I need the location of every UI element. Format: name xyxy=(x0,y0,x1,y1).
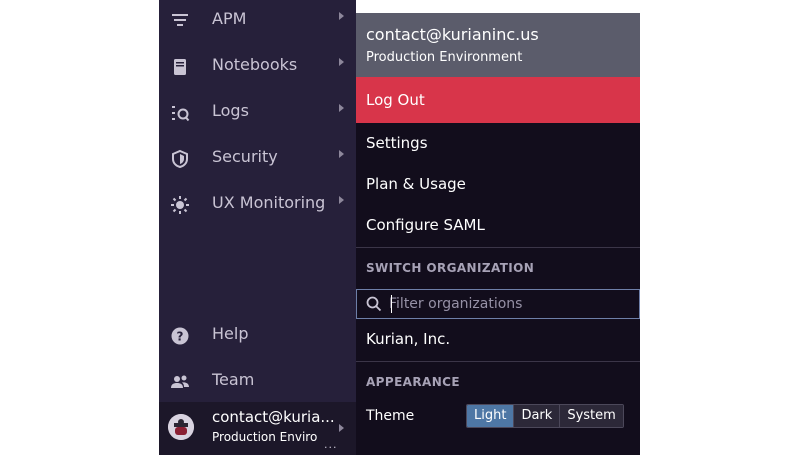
org-item[interactable]: Kurian, Inc. xyxy=(356,320,640,360)
sidebar-item-security[interactable]: Security xyxy=(159,138,356,178)
switch-org-heading: SWITCH ORGANIZATION xyxy=(366,261,535,275)
chevron-right-icon xyxy=(339,104,344,112)
theme-label: Theme xyxy=(366,408,415,424)
divider xyxy=(356,247,640,248)
account-menu: contact@kurianinc.us Production Environm… xyxy=(356,13,640,455)
sidebar-item-notebooks[interactable]: Notebooks xyxy=(159,46,356,86)
sidebar-item-label: Logs xyxy=(212,101,249,120)
theme-dark-button[interactable]: Dark xyxy=(514,405,561,427)
sidebar-item-label: Help xyxy=(212,324,249,343)
theme-light-button[interactable]: Light xyxy=(467,405,515,427)
sidebar-item-label: UX Monitoring xyxy=(212,193,326,212)
account-header: contact@kurianinc.us Production Environm… xyxy=(356,13,640,77)
account-email: contact@kurianinc.us xyxy=(366,25,539,44)
sidebar-item-logs[interactable]: Logs xyxy=(159,92,356,132)
org-filter-input[interactable] xyxy=(389,293,629,315)
account-environment: Production Environment xyxy=(366,50,523,65)
org-filter xyxy=(356,289,640,319)
divider xyxy=(356,361,640,362)
avatar xyxy=(168,414,194,440)
sidebar-item-team[interactable]: Team xyxy=(159,361,356,401)
logs-icon xyxy=(169,102,191,124)
help-icon: ? xyxy=(169,325,191,347)
user-menu-trigger[interactable]: contact@kuria... Production Enviro ... xyxy=(159,402,356,455)
team-icon xyxy=(169,371,191,393)
chevron-right-icon xyxy=(339,424,344,432)
sidebar-item-label: Security xyxy=(212,147,278,166)
appearance-heading: APPEARANCE xyxy=(366,375,460,389)
theme-toggle: Light Dark System xyxy=(466,404,624,428)
svg-text:?: ? xyxy=(177,330,184,344)
logout-button[interactable]: Log Out xyxy=(356,77,640,123)
search-icon xyxy=(365,295,383,313)
sidebar-item-help[interactable]: ? Help xyxy=(159,315,356,355)
menu-item-settings[interactable]: Settings xyxy=(356,124,640,164)
shield-icon xyxy=(169,148,191,170)
apm-icon xyxy=(169,10,191,32)
theme-system-button[interactable]: System xyxy=(560,405,623,427)
text-cursor xyxy=(391,295,392,313)
chevron-right-icon xyxy=(339,58,344,66)
user-environment: Production Enviro xyxy=(212,430,318,444)
notebook-icon xyxy=(169,56,191,78)
sidebar-item-ux-monitoring[interactable]: UX Monitoring xyxy=(159,184,356,224)
chevron-right-icon xyxy=(339,12,344,20)
menu-item-label: Plan & Usage xyxy=(366,175,466,193)
chevron-right-icon xyxy=(339,150,344,158)
menu-item-configure-saml[interactable]: Configure SAML xyxy=(356,206,640,246)
logout-label: Log Out xyxy=(366,91,425,109)
overflow-ellipsis: ... xyxy=(324,438,338,451)
menu-item-label: Configure SAML xyxy=(366,216,485,234)
sidebar-item-label: APM xyxy=(212,9,247,28)
user-name: contact@kuria... xyxy=(212,408,335,426)
chevron-right-icon xyxy=(339,196,344,204)
sidebar-item-label: Notebooks xyxy=(212,55,298,74)
menu-item-label: Settings xyxy=(366,134,428,152)
sidebar-item-apm[interactable]: APM xyxy=(159,0,356,40)
menu-item-plan-usage[interactable]: Plan & Usage xyxy=(356,165,640,205)
org-name: Kurian, Inc. xyxy=(366,330,451,348)
sidebar-item-label: Team xyxy=(212,370,255,389)
sidebar: APM Notebooks Logs Security UX Monitorin… xyxy=(159,0,356,455)
ux-monitoring-icon xyxy=(169,194,191,216)
